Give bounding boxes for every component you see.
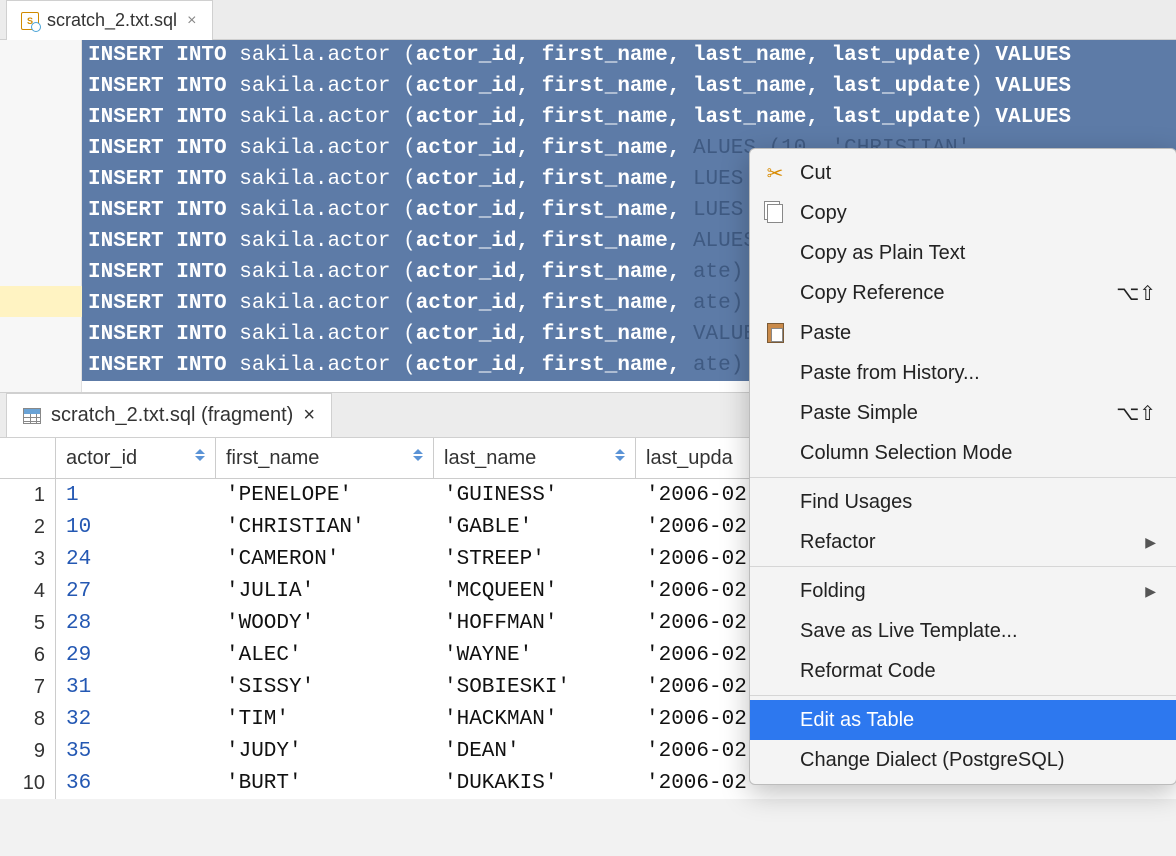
cell-actor-id[interactable]: 1	[56, 479, 216, 511]
column-header-actor-id[interactable]: actor_id	[56, 438, 216, 478]
shortcut-label: ⌥⇧	[1116, 401, 1156, 426]
cell-first-name[interactable]: 'BURT'	[216, 767, 434, 799]
row-number: 7	[0, 671, 56, 703]
tab-label: scratch_2.txt.sql	[47, 10, 177, 31]
close-icon[interactable]: ×	[303, 404, 315, 427]
row-number: 9	[0, 735, 56, 767]
shortcut-label: ⌥⇧	[1116, 281, 1156, 306]
cell-last-name[interactable]: 'MCQUEEN'	[434, 575, 636, 607]
cell-actor-id[interactable]: 32	[56, 703, 216, 735]
menu-column-selection-mode[interactable]: Column Selection Mode	[750, 433, 1176, 473]
row-number: 10	[0, 767, 56, 799]
row-number: 8	[0, 703, 56, 735]
column-header-last-name[interactable]: last_name	[434, 438, 636, 478]
cell-first-name[interactable]: 'JULIA'	[216, 575, 434, 607]
row-number: 2	[0, 511, 56, 543]
code-line: INSERT INTO sakila.actor (actor_id, firs…	[82, 102, 1176, 133]
sql-file-icon: S	[21, 12, 39, 30]
row-number: 4	[0, 575, 56, 607]
menu-cut[interactable]: ✂ Cut	[750, 153, 1176, 193]
close-icon[interactable]: ×	[185, 12, 198, 30]
menu-copy-plain-text[interactable]: Copy as Plain Text	[750, 233, 1176, 273]
current-line-indicator	[0, 286, 82, 317]
cell-actor-id[interactable]: 35	[56, 735, 216, 767]
code-line: INSERT INTO sakila.actor (actor_id, firs…	[82, 40, 1176, 71]
tab-label: scratch_2.txt.sql (fragment)	[51, 404, 293, 427]
cell-actor-id[interactable]: 31	[56, 671, 216, 703]
menu-change-dialect[interactable]: Change Dialect (PostgreSQL)	[750, 740, 1176, 780]
editor-tab-bar: S scratch_2.txt.sql ×	[0, 0, 1176, 40]
cell-first-name[interactable]: 'SISSY'	[216, 671, 434, 703]
cell-last-name[interactable]: 'DUKAKIS'	[434, 767, 636, 799]
menu-separator	[750, 566, 1176, 567]
menu-paste[interactable]: Paste	[750, 313, 1176, 353]
row-number: 6	[0, 639, 56, 671]
cell-first-name[interactable]: 'JUDY'	[216, 735, 434, 767]
menu-find-usages[interactable]: Find Usages	[750, 482, 1176, 522]
row-number: 3	[0, 543, 56, 575]
tab-fragment[interactable]: scratch_2.txt.sql (fragment) ×	[6, 393, 332, 437]
cell-last-name[interactable]: 'WAYNE'	[434, 639, 636, 671]
menu-paste-history[interactable]: Paste from History...	[750, 353, 1176, 393]
table-corner	[0, 438, 56, 478]
row-number: 1	[0, 479, 56, 511]
menu-save-live-template[interactable]: Save as Live Template...	[750, 611, 1176, 651]
copy-icon	[764, 202, 786, 224]
paste-icon	[764, 322, 786, 344]
menu-copy[interactable]: Copy	[750, 193, 1176, 233]
row-number: 5	[0, 607, 56, 639]
menu-folding[interactable]: Folding ▶	[750, 571, 1176, 611]
cell-last-name[interactable]: 'GABLE'	[434, 511, 636, 543]
cell-last-name[interactable]: 'HACKMAN'	[434, 703, 636, 735]
cell-last-name[interactable]: 'SOBIESKI'	[434, 671, 636, 703]
cell-last-name[interactable]: 'GUINESS'	[434, 479, 636, 511]
editor-context-menu: ✂ Cut Copy Copy as Plain Text Copy Refer…	[749, 148, 1176, 785]
menu-paste-simple[interactable]: Paste Simple ⌥⇧	[750, 393, 1176, 433]
cell-actor-id[interactable]: 36	[56, 767, 216, 799]
cell-first-name[interactable]: 'ALEC'	[216, 639, 434, 671]
column-header-first-name[interactable]: first_name	[216, 438, 434, 478]
menu-refactor[interactable]: Refactor ▶	[750, 522, 1176, 562]
menu-copy-reference[interactable]: Copy Reference ⌥⇧	[750, 273, 1176, 313]
tab-scratch-sql[interactable]: S scratch_2.txt.sql ×	[6, 0, 213, 40]
code-line: INSERT INTO sakila.actor (actor_id, firs…	[82, 71, 1176, 102]
cell-actor-id[interactable]: 29	[56, 639, 216, 671]
cut-icon: ✂	[764, 162, 786, 184]
table-icon	[23, 408, 41, 424]
cell-last-name[interactable]: 'DEAN'	[434, 735, 636, 767]
menu-reformat-code[interactable]: Reformat Code	[750, 651, 1176, 691]
cell-first-name[interactable]: 'WOODY'	[216, 607, 434, 639]
cell-first-name[interactable]: 'TIM'	[216, 703, 434, 735]
cell-last-name[interactable]: 'STREEP'	[434, 543, 636, 575]
menu-separator	[750, 477, 1176, 478]
cell-actor-id[interactable]: 10	[56, 511, 216, 543]
chevron-right-icon: ▶	[1145, 583, 1156, 600]
cell-actor-id[interactable]: 27	[56, 575, 216, 607]
cell-actor-id[interactable]: 24	[56, 543, 216, 575]
cell-first-name[interactable]: 'PENELOPE'	[216, 479, 434, 511]
editor-gutter	[0, 40, 82, 392]
chevron-right-icon: ▶	[1145, 534, 1156, 551]
cell-last-name[interactable]: 'HOFFMAN'	[434, 607, 636, 639]
cell-first-name[interactable]: 'CAMERON'	[216, 543, 434, 575]
menu-edit-as-table[interactable]: Edit as Table	[750, 700, 1176, 740]
cell-actor-id[interactable]: 28	[56, 607, 216, 639]
menu-separator	[750, 695, 1176, 696]
cell-first-name[interactable]: 'CHRISTIAN'	[216, 511, 434, 543]
